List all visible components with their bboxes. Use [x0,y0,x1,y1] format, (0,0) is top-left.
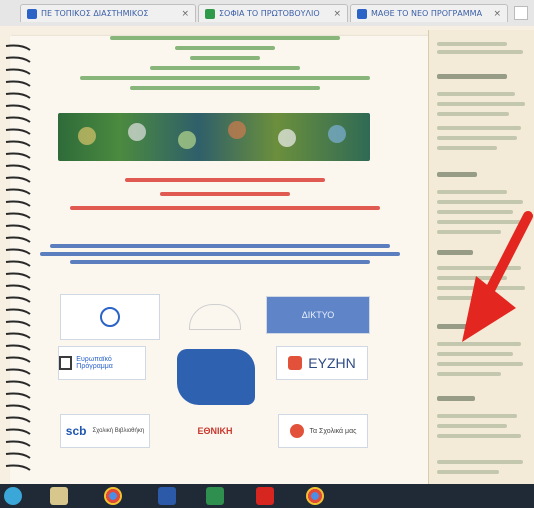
tab-label: ΠΕ ΤΟΠΙΚΟΣ ΔΙΑΣΤΗΜΙΚΟΣ [41,9,149,18]
browser-tab-2[interactable]: ΣΟΦΙΑ ΤΟ ΠΡΩΤΟΒΟΥΛΙΟ × [198,4,348,22]
sidebar-heading [437,396,475,401]
word-icon[interactable] [158,487,176,505]
sidebar-text [437,50,523,54]
emblem-icon [100,307,120,327]
info-text-line [70,260,370,264]
sidebar-link[interactable] [437,136,517,140]
excel-icon[interactable] [206,487,224,505]
header-text-line [80,76,370,80]
logo-text: ΔΙΚΤΥΟ [301,310,335,320]
logo-icon [288,356,303,370]
logo-text: Σχολική Βιβλιοθήκη [92,428,145,434]
partner-logo-eyzhn[interactable]: EYZHN [276,346,368,380]
logo-text: ΕΘΝΙΚΗ [197,426,233,436]
new-tab-button[interactable] [514,6,528,20]
close-tab-icon[interactable]: × [333,9,341,19]
chrome-icon[interactable] [306,487,324,505]
logo-text: Ευρωπαϊκό Πρόγραμμα [76,356,113,370]
tab-favicon-icon [357,8,367,19]
partner-logo[interactable]: Ευρωπαϊκό Πρόγραμμα [58,346,146,380]
sidebar-link[interactable] [437,414,517,418]
partner-logo[interactable] [165,294,265,340]
browser-tab-1[interactable]: ΠΕ ΤΟΠΙΚΟΣ ΔΙΑΣΤΗΜΙΚΟΣ × [20,4,196,22]
header-text-line [110,36,340,40]
chrome-icon[interactable] [104,487,122,505]
sidebar-link[interactable] [437,92,515,96]
sidebar-link[interactable] [437,424,507,428]
browser-tab-3[interactable]: ΜΑΘΕ ΤΟ ΝΕΟ ΠΡΟΓΡΑΜΜΑ × [350,4,508,22]
sidebar-heading [437,172,477,177]
browser-tab-bar: ΠΕ ΤΟΠΙΚΟΣ ΔΙΑΣΤΗΜΙΚΟΣ × ΣΟΦΙΑ ΤΟ ΠΡΩΤΟΒ… [0,0,534,27]
windows-start-icon[interactable] [4,487,22,505]
tab-favicon-icon [27,8,37,19]
windows-taskbar [0,484,534,508]
sidebar-heading [437,74,507,79]
info-text-line [40,252,400,256]
logo-icon [289,424,304,438]
partner-logo-scb[interactable]: scb Σχολική Βιβλιοθήκη [60,414,150,448]
sidebar-link[interactable] [437,102,525,106]
sidebar-link[interactable] [437,112,509,116]
close-tab-icon[interactable]: × [493,9,501,19]
logo-text: Τα Σχολικά μας [309,427,357,435]
school-banner-image [58,113,370,161]
partner-logo[interactable]: Τα Σχολικά μας [278,414,368,448]
logo-icon [59,356,73,370]
sidebar-link[interactable] [437,146,497,150]
partner-logo-diktyo[interactable]: ΔΙΚΤΥΟ [266,296,370,334]
logo-text: EYZHN [308,355,356,371]
header-text-line [130,86,320,90]
sidebar-link[interactable] [437,372,501,376]
sidebar-text [437,42,507,46]
tab-favicon-icon [205,8,215,19]
close-tab-icon[interactable]: × [181,9,189,19]
header-text-line [190,56,260,60]
info-text-line [50,244,390,248]
announcement-line [125,178,325,182]
sidebar-link[interactable] [437,126,521,130]
partner-logo[interactable] [60,294,160,340]
sidebar-link[interactable] [437,190,507,194]
spiral-binding [5,44,31,471]
sidebar-link[interactable] [437,434,521,438]
sidebar-link[interactable] [437,362,523,366]
sidebar-link[interactable] [437,460,523,464]
acrobat-icon[interactable] [256,487,274,505]
announcement-line [160,192,290,196]
arch-icon [189,304,241,330]
tab-label: ΜΑΘΕ ΤΟ ΝΕΟ ΠΡΟΓΡΑΜΜΑ [371,9,483,18]
header-text-line [175,46,275,50]
sidebar-link[interactable] [437,470,499,474]
tab-label: ΣΟΦΙΑ ΤΟ ΠΡΩΤΟΒΟΥΛΙΟ [219,9,320,18]
map-logo[interactable] [170,346,262,408]
announcement-line [70,206,380,210]
sidebar-link[interactable] [437,352,513,356]
map-icon [177,349,255,405]
partner-logo[interactable]: ΕΘΝΙΚΗ [168,414,262,448]
logo-brand: scb [65,424,87,438]
sidebar-link[interactable] [437,200,523,204]
file-explorer-icon[interactable] [50,487,68,505]
header-text-line [150,66,300,70]
red-arrow-annotation [462,211,533,342]
